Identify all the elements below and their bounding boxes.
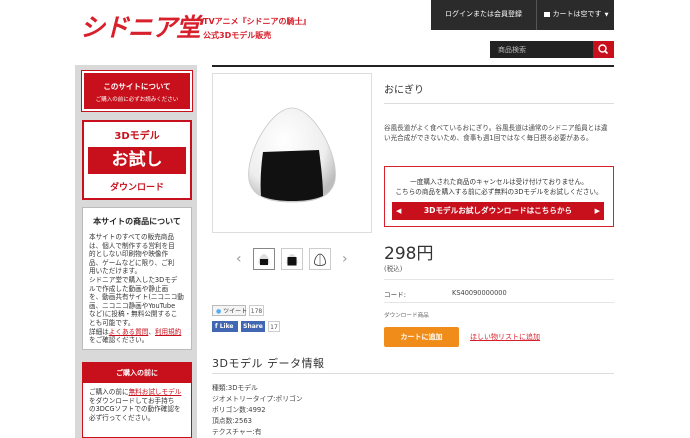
products-info-line: など)に投稿・無料公開するこ — [89, 310, 178, 319]
products-info-line: は、個人で制作する営利を目 — [89, 241, 175, 250]
meta-divider — [384, 279, 614, 280]
thumbnail-1[interactable] — [253, 248, 275, 270]
thumb-next-arrow[interactable]: › — [342, 252, 348, 266]
products-info-detail: 詳細はよくある質問、利用規約 — [89, 328, 191, 337]
cancellation-notice: 一度購入された商品のキャンセルは受け付けておりません。 こちらの商品を購入する前… — [384, 166, 614, 227]
facebook-share-button[interactable]: Share — [241, 321, 265, 332]
products-info-line: 用いただけます。 — [89, 267, 142, 276]
trial-download-label: 3Dモデルお試しダウンロードはこちらから — [423, 206, 573, 215]
spec-item: 種類:3Dモデル — [212, 384, 258, 392]
notice-line-2: こちらの商品を購入する前に必ず無料の3Dモデルをお試しください。 — [395, 188, 603, 196]
trial-download-button[interactable]: ◀ 3Dモデルお試しダウンロードはこちらから ▶ — [392, 202, 604, 220]
cart-menu-label: カートは空です — [552, 10, 602, 18]
before-purchase-body: ご購入の前に無料お試しモデル をダウンロードしてお手持ち の3DCGソフトでの動… — [89, 388, 189, 422]
thumbnail-2[interactable] — [281, 248, 303, 270]
add-to-wishlist-link[interactable]: ほしい物リストに追加 — [470, 332, 540, 342]
login-button[interactable]: ログインまたは会員登録 — [431, 0, 536, 28]
site-logo[interactable]: シドニア堂 — [80, 10, 201, 46]
product-price: 298円 — [384, 244, 434, 264]
about-banner-title: このサイトについて — [103, 82, 171, 91]
detail-prefix: 詳細は — [89, 327, 109, 336]
arrow-right-icon: ▶ — [594, 207, 600, 215]
tagline-anime: TVアニメ『シドニアの騎士』 — [203, 17, 311, 26]
onigiri-image — [248, 107, 336, 203]
meta-divider — [384, 302, 614, 303]
search-button[interactable] — [593, 41, 614, 58]
title-divider — [384, 103, 614, 104]
top-account-bar: ログインまたは会員登録 カートは空です ▼ — [431, 0, 614, 30]
facebook-icon: f — [215, 323, 218, 330]
header-divider — [212, 65, 614, 67]
spec-item: 頂点数:2563 — [212, 417, 252, 425]
search-icon — [598, 44, 609, 55]
thumbnail-3[interactable] — [309, 248, 331, 270]
arrow-left-icon: ◀ — [396, 207, 402, 215]
products-info-line: ルで作成した動画や静止画 — [89, 284, 169, 293]
products-info-line: シドニア堂で購入した3Dモデ — [89, 275, 178, 284]
onigiri-thumb-icon — [258, 254, 270, 266]
spec-section-title: 3Dモデル データ情報 — [212, 357, 325, 370]
before-purchase-line: ご購入の前に無料お試しモデル — [89, 388, 189, 397]
products-info-tail: をご確認ください。 — [89, 336, 149, 345]
before-prefix: ご購入の前に — [89, 388, 129, 396]
tagline-store: 公式3Dモデル販売 — [203, 31, 272, 40]
login-label: ログインまたは会員登録 — [445, 10, 522, 18]
about-site-banner[interactable]: このサイトについて ご購入の前に必ずお読みください — [81, 70, 193, 112]
terms-link[interactable]: 利用規約 — [155, 328, 181, 336]
trial-banner-row3: ダウンロード — [109, 183, 164, 193]
about-banner-subtitle: ご購入の前に必ずお読みください — [95, 97, 179, 103]
onigiri-wireframe-thumb-icon — [314, 253, 326, 266]
trial-banner-row1: 3Dモデル — [114, 131, 160, 142]
add-to-cart-button[interactable]: カートに追加 — [384, 327, 459, 347]
before-purchase-title: ご購入の前に — [83, 363, 191, 383]
products-info-line: 品、ゲームなどに限り、ご利 — [89, 258, 175, 267]
faq-link[interactable]: よくある質問 — [109, 328, 149, 336]
tweet-label: ツイート — [223, 308, 248, 315]
before-purchase-box: ご購入の前に ご購入の前に無料お試しモデル をダウンロードしてお手持ち の3DC… — [82, 362, 192, 438]
search-input[interactable] — [490, 41, 593, 58]
fb-like-label: Like — [219, 323, 234, 330]
topbar-divider — [536, 0, 537, 30]
trial-banner-row2: お試し — [111, 150, 163, 170]
onigiri-back-thumb-icon — [286, 254, 298, 266]
product-description: 谷風長道がよく食べているおにぎり。谷風長道は通常のシドニア船員とは違い光合成がで… — [384, 124, 608, 142]
products-info-line: とも可能です。 — [89, 318, 135, 327]
product-code-label: コード: — [384, 291, 407, 299]
tweet-count: 178 — [249, 305, 264, 316]
products-info-box: 本サイトの商品について 本サイトのすべての販売商品 は、個人で制作する営利を目 … — [82, 207, 192, 350]
products-info-line: を、動画共有サイト(ニコニコ動 — [89, 293, 184, 302]
product-image[interactable] — [212, 73, 372, 233]
facebook-like-button[interactable]: f Like — [212, 321, 238, 332]
tax-note: (税込) — [384, 265, 403, 273]
facebook-count: 17 — [268, 321, 280, 332]
download-product-label: ダウンロード商品 — [384, 313, 429, 319]
chevron-down-icon: ▼ — [604, 12, 609, 18]
thumb-prev-arrow[interactable]: ‹ — [236, 252, 242, 266]
before-purchase-line: の3DCGソフトでの動作確認を — [89, 405, 181, 414]
notice-line-1: 一度購入された商品のキャンセルは受け付けておりません。 — [410, 178, 588, 186]
spec-item: テクスチャー:有 — [212, 428, 262, 436]
products-info-line: 本サイトのすべての販売商品 — [89, 233, 174, 241]
spec-divider — [212, 373, 614, 374]
products-info-body: 本サイトのすべての販売商品 は、個人で制作する営利を目 的としない印刷物や映像作… — [89, 233, 191, 345]
product-title: おにぎり — [384, 85, 424, 96]
twitter-bird-icon: ● — [216, 308, 222, 315]
product-code-value: KS40090000000 — [452, 289, 507, 297]
before-purchase-line: 必ず行ってください。 — [89, 413, 155, 422]
cart-menu-button[interactable]: カートは空です ▼ — [538, 0, 614, 28]
spec-item: ポリゴン数:4992 — [212, 406, 266, 414]
spec-item: ジオメトリータイプ:ポリゴン — [212, 395, 303, 403]
products-info-title: 本サイトの商品について — [93, 217, 181, 226]
tweet-button[interactable]: ● ツイート — [212, 305, 248, 316]
free-trial-model-link[interactable]: 無料お試しモデル — [129, 388, 182, 396]
detail-separator: 、 — [148, 327, 155, 336]
trial-download-banner[interactable]: 3Dモデル お試し ダウンロード — [82, 120, 192, 200]
cart-icon — [543, 11, 550, 17]
before-purchase-line: をダウンロードしてお手持ち — [89, 396, 175, 405]
products-info-line: 的としない印刷物や映像作 — [89, 250, 169, 259]
